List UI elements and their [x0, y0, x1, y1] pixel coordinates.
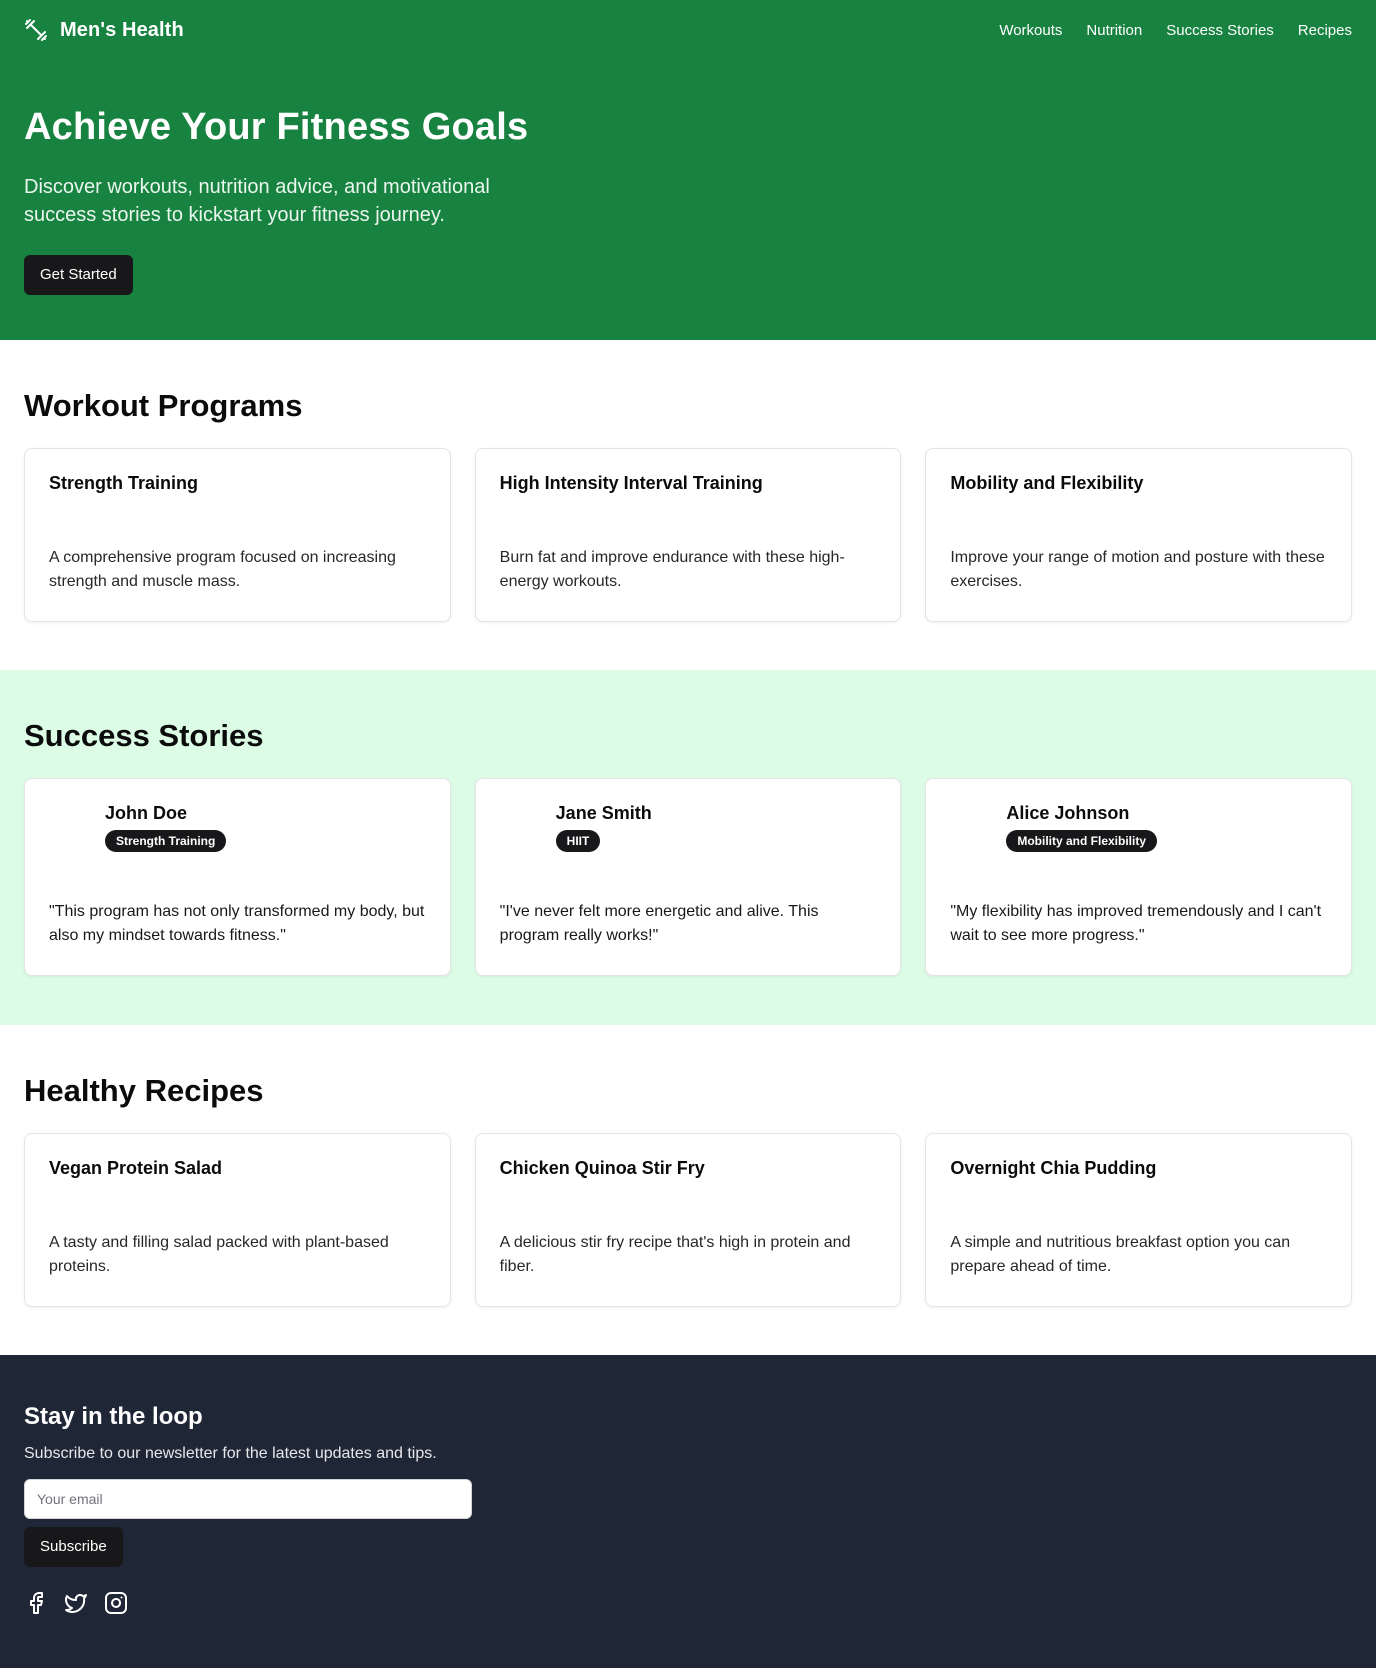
- card-title: High Intensity Interval Training: [499, 473, 763, 493]
- avatar: [500, 803, 540, 843]
- twitter-icon[interactable]: [64, 1591, 88, 1615]
- story-header: John Doe Strength Training: [49, 803, 426, 852]
- card-description: A tasty and filling salad packed with pl…: [49, 1234, 389, 1275]
- recipe-cards: Vegan Protein Salad A tasty and filling …: [24, 1133, 1353, 1307]
- workout-card[interactable]: Strength Training A comprehensive progra…: [24, 448, 451, 622]
- get-started-button[interactable]: Get Started: [24, 255, 133, 295]
- workout-card[interactable]: High Intensity Interval Training Burn fa…: [474, 448, 902, 622]
- nav-success-stories[interactable]: Success Stories: [1166, 22, 1274, 39]
- program-badge: Mobility and Flexibility: [1006, 830, 1158, 852]
- card-description: A comprehensive program focused on incre…: [49, 549, 396, 590]
- nav-workouts[interactable]: Workouts: [999, 22, 1062, 39]
- card-title: Overnight Chia Pudding: [950, 1158, 1157, 1178]
- story-name: John Doe: [105, 803, 188, 823]
- workout-programs-section: Workout Programs Strength Training A com…: [0, 340, 1376, 670]
- program-badge: HIIT: [555, 830, 601, 852]
- brand-name: Men's Health: [60, 18, 184, 41]
- instagram-icon[interactable]: [104, 1591, 128, 1615]
- story-quote: "I've never felt more energetic and aliv…: [499, 903, 819, 944]
- program-badge: Strength Training: [105, 830, 227, 852]
- workout-card[interactable]: Mobility and Flexibility Improve your ra…: [925, 448, 1353, 622]
- section-title-stories: Success Stories: [24, 718, 264, 753]
- footer-title: Stay in the loop: [24, 1403, 203, 1430]
- brand[interactable]: Men's Health: [24, 18, 184, 42]
- footer-subtitle: Subscribe to our newsletter for the late…: [24, 1445, 437, 1462]
- story-name: Alice Johnson: [1006, 803, 1130, 823]
- workout-cards: Strength Training A comprehensive progra…: [24, 448, 1353, 622]
- card-title: Mobility and Flexibility: [950, 473, 1144, 493]
- card-description: Burn fat and improve endurance with thes…: [499, 549, 845, 590]
- recipe-card[interactable]: Chicken Quinoa Stir Fry A delicious stir…: [474, 1133, 902, 1307]
- story-name: Jane Smith: [555, 803, 652, 823]
- section-title-workouts: Workout Programs: [24, 388, 303, 423]
- recipe-card[interactable]: Vegan Protein Salad A tasty and filling …: [24, 1133, 451, 1307]
- nav-recipes[interactable]: Recipes: [1298, 22, 1352, 39]
- card-title: Strength Training: [49, 473, 199, 493]
- social-links: [24, 1591, 1352, 1615]
- story-quote: "This program has not only transformed m…: [49, 903, 425, 944]
- nav-links: Workouts Nutrition Success Stories Recip…: [999, 22, 1352, 39]
- success-stories-section: Success Stories John Doe Strength Traini…: [0, 670, 1376, 1025]
- card-title: Vegan Protein Salad: [49, 1158, 223, 1178]
- nav-nutrition[interactable]: Nutrition: [1086, 22, 1142, 39]
- avatar: [49, 803, 89, 843]
- email-input[interactable]: [24, 1479, 472, 1519]
- story-quote: "My flexibility has improved tremendousl…: [950, 903, 1322, 944]
- recipe-card[interactable]: Overnight Chia Pudding A simple and nutr…: [925, 1133, 1353, 1307]
- hero-subtitle: Discover workouts, nutrition advice, and…: [24, 176, 490, 226]
- card-description: Improve your range of motion and posture…: [950, 549, 1325, 590]
- story-cards: John Doe Strength Training "This program…: [24, 778, 1353, 976]
- section-title-recipes: Healthy Recipes: [24, 1073, 264, 1108]
- story-card[interactable]: John Doe Strength Training "This program…: [24, 778, 451, 976]
- newsletter-footer: Stay in the loop Subscribe to our newsle…: [0, 1355, 1376, 1668]
- healthy-recipes-section: Healthy Recipes Vegan Protein Salad A ta…: [0, 1025, 1376, 1355]
- story-card[interactable]: Alice Johnson Mobility and Flexibility "…: [925, 778, 1353, 976]
- subscribe-button[interactable]: Subscribe: [24, 1527, 123, 1567]
- story-header: Jane Smith HIIT: [500, 803, 877, 852]
- story-card[interactable]: Jane Smith HIIT "I've never felt more en…: [474, 778, 902, 976]
- story-header: Alice Johnson Mobility and Flexibility: [950, 803, 1327, 852]
- avatar: [950, 803, 990, 843]
- card-description: A simple and nutritious breakfast option…: [950, 1234, 1291, 1275]
- card-title: Chicken Quinoa Stir Fry: [499, 1158, 705, 1178]
- hero-title: Achieve Your Fitness Goals: [24, 106, 529, 148]
- top-nav: Men's Health Workouts Nutrition Success …: [24, 0, 1352, 60]
- facebook-icon[interactable]: [24, 1591, 48, 1615]
- dumbbell-icon: [24, 18, 48, 42]
- hero-section: Men's Health Workouts Nutrition Success …: [0, 0, 1376, 340]
- card-description: A delicious stir fry recipe that's high …: [499, 1234, 851, 1275]
